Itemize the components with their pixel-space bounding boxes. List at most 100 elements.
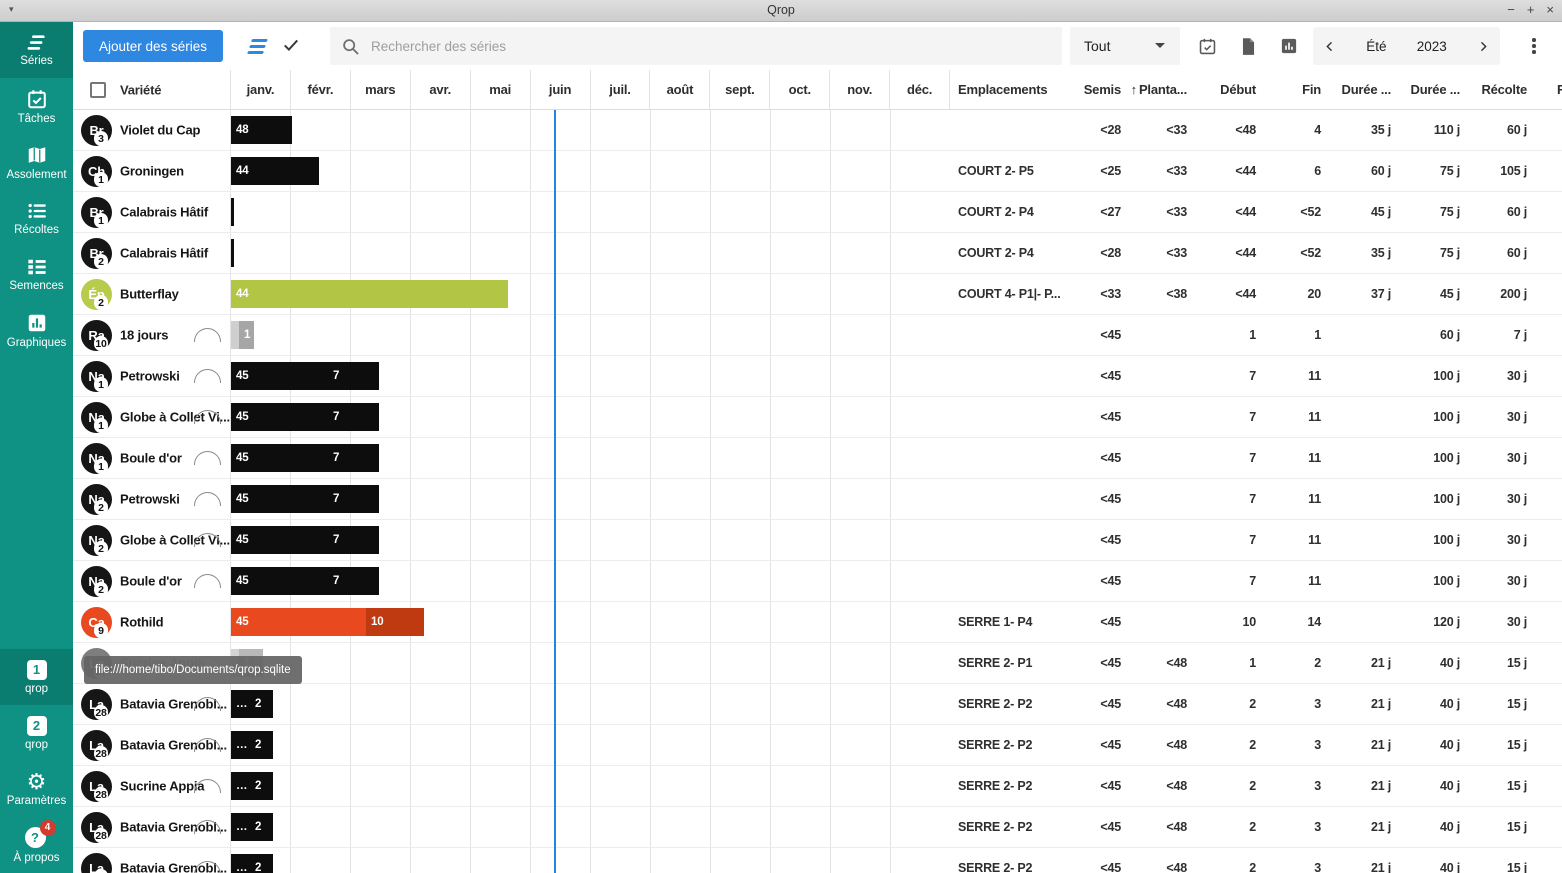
table-row[interactable]: Na 2 Boule d'or 457 <45 7 11 100 j 30 j — [73, 561, 1562, 602]
chevron-left-icon[interactable] — [1323, 40, 1336, 53]
table-row[interactable]: La 28 Batavia Grenobl... …2 SERRE 2- P2 … — [73, 684, 1562, 725]
timeline-bar[interactable]: 2 — [250, 813, 273, 841]
column-header-month[interactable]: juil. — [591, 70, 651, 109]
minimize-button[interactable]: − — [1507, 2, 1515, 17]
timeline-bar[interactable]: 7 — [328, 403, 379, 431]
column-header-month[interactable]: nov. — [830, 70, 890, 109]
timeline-bar[interactable]: 2 — [250, 690, 273, 718]
timeline-cell[interactable]: …2 — [230, 807, 950, 847]
maximize-button[interactable]: + — [1527, 2, 1535, 17]
sidebar-item-apropos[interactable]: ? 4 À propos — [0, 817, 73, 873]
timeline-cell[interactable]: …2 — [230, 684, 950, 724]
timeline-bar[interactable] — [231, 239, 234, 267]
timeline-bar[interactable]: 1 — [239, 321, 254, 349]
column-header-month[interactable]: avr. — [411, 70, 471, 109]
timeline-bar[interactable]: 45 — [231, 608, 366, 636]
timeline-bar[interactable]: 7 — [328, 444, 379, 472]
timeline-bar[interactable]: 10 — [366, 608, 424, 636]
sidebar-item-parametres[interactable]: ⚙ Paramètres — [0, 761, 73, 817]
timeline-cell[interactable]: 1 — [230, 643, 950, 683]
table-row[interactable]: Ca 9 Rothild 4510 SERRE 1- P4 <45 10 14 … — [73, 602, 1562, 643]
chart-panel-icon[interactable] — [1280, 37, 1298, 55]
timeline-bar[interactable]: 2 — [250, 854, 273, 873]
timeline-cell[interactable]: 44 — [230, 274, 950, 314]
timeline-cell[interactable]: 457 — [230, 479, 950, 519]
table-row[interactable]: La 28 Sucrine Appia …2 SERRE 2- P2 <45 <… — [73, 766, 1562, 807]
timeline-cell[interactable] — [230, 192, 950, 232]
column-header-duree-1[interactable]: Durée ... — [1327, 82, 1397, 97]
timeline-cell[interactable]: 457 — [230, 561, 950, 601]
table-row[interactable]: Br 3 Violet du Cap 48 <28 <33 <48 4 35 j… — [73, 110, 1562, 151]
timeline-bar[interactable]: 45 — [231, 362, 328, 390]
select-all-checkbox[interactable] — [90, 82, 106, 98]
timeline-cell[interactable]: 457 — [230, 356, 950, 396]
timeline-bar[interactable]: 7 — [328, 526, 379, 554]
timeline-bar[interactable]: 7 — [328, 485, 379, 513]
check-icon[interactable] — [281, 35, 301, 55]
table-row[interactable]: Br 2 Calabrais Hâtif COURT 2- P4 <28 <33… — [73, 233, 1562, 274]
column-header-fin[interactable]: Fin — [1262, 82, 1327, 97]
column-header-variety[interactable]: Variété — [120, 82, 161, 97]
table-row[interactable]: La 28 Batavia Grenobl... …2 SERRE 2- P2 … — [73, 807, 1562, 848]
sidebar-item-graphiques[interactable]: Graphiques — [0, 302, 73, 358]
sort-lines-icon[interactable] — [246, 39, 268, 57]
column-header-plantation[interactable]: ↑Planta... — [1127, 82, 1193, 97]
column-header-duree-2[interactable]: Durée ... — [1397, 82, 1466, 97]
search-input[interactable] — [371, 39, 1052, 54]
timeline-bar[interactable]: … — [231, 813, 250, 841]
sidebar-item-database-1[interactable]: 1 qrop — [0, 649, 73, 705]
timeline-bar[interactable]: 45 — [231, 526, 328, 554]
table-row[interactable]: Na 1 Petrowski 457 <45 7 11 100 j 30 j — [73, 356, 1562, 397]
column-header-month[interactable]: févr. — [291, 70, 351, 109]
table-row[interactable]: La 28 Batavia Grenobl... …2 SERRE 2- P2 … — [73, 848, 1562, 873]
timeline-cell[interactable]: …2 — [230, 766, 950, 806]
column-header-semis[interactable]: Semis — [1080, 82, 1127, 97]
sidebar-item-recoltes[interactable]: Récoltes — [0, 190, 73, 246]
timeline-cell[interactable]: 457 — [230, 438, 950, 478]
timeline-cell[interactable]: …2 — [230, 848, 950, 873]
timeline-cell[interactable]: 44 — [230, 151, 950, 191]
table-row[interactable]: Ch 1 Groningen 44 COURT 2- P5 <25 <33 <4… — [73, 151, 1562, 192]
timeline-bar[interactable]: … — [231, 690, 250, 718]
close-button[interactable]: × — [1546, 2, 1554, 17]
timeline-bar[interactable]: 45 — [231, 485, 328, 513]
timeline-bar[interactable]: 2 — [250, 731, 273, 759]
column-header-month[interactable]: sept. — [710, 70, 770, 109]
chevron-right-icon[interactable] — [1477, 40, 1490, 53]
table-row[interactable]: Ép 2 Butterflay 44 COURT 4- P1|- P... <3… — [73, 274, 1562, 315]
timeline-bar[interactable]: 45 — [231, 444, 328, 472]
timeline-bar[interactable]: 45 — [231, 403, 328, 431]
timeline-bar[interactable]: 44 — [231, 157, 319, 185]
table-row[interactable]: Na 2 Globe à Collet Vi... 457 <45 7 11 1… — [73, 520, 1562, 561]
add-series-button[interactable]: Ajouter des séries — [83, 30, 223, 62]
notes-file-icon[interactable] — [1240, 37, 1257, 56]
timeline-bar[interactable]: 7 — [328, 362, 379, 390]
column-header-month[interactable]: mars — [351, 70, 411, 109]
timeline-cell[interactable] — [230, 233, 950, 273]
table-row[interactable]: La 28 Batavia Grenobl... …2 SERRE 2- P2 … — [73, 725, 1562, 766]
sidebar-item-assolement[interactable]: Assolement — [0, 134, 73, 190]
timeline-cell[interactable]: 457 — [230, 397, 950, 437]
table-row[interactable]: Na 1 Boule d'or 457 <45 7 11 100 j 30 j — [73, 438, 1562, 479]
timeline-bar[interactable]: … — [231, 772, 250, 800]
table-row[interactable]: Br 1 Calabrais Hâtif COURT 2- P4 <27 <33… — [73, 192, 1562, 233]
column-header-month[interactable]: août — [650, 70, 710, 109]
timeline-cell[interactable]: …2 — [230, 725, 950, 765]
table-row[interactable]: Na 2 Petrowski 457 <45 7 11 100 j 30 j — [73, 479, 1562, 520]
column-header-month[interactable]: juin — [531, 70, 591, 109]
column-header-emplacements[interactable]: Emplacements — [950, 82, 1080, 97]
year-label[interactable]: 2023 — [1417, 39, 1447, 54]
timeline-bar[interactable]: 2 — [250, 772, 273, 800]
timeline-cell[interactable]: 1 — [230, 315, 950, 355]
column-header-month[interactable]: oct. — [770, 70, 830, 109]
column-header-month[interactable]: déc. — [890, 70, 950, 109]
column-header-month[interactable]: janv. — [231, 70, 291, 109]
timeline-bar[interactable]: 48 — [231, 116, 292, 144]
column-header-month[interactable]: mai — [471, 70, 531, 109]
sidebar-item-semences[interactable]: Semences — [0, 246, 73, 302]
timeline-bar[interactable]: 7 — [328, 567, 379, 595]
kebab-menu-icon[interactable] — [1525, 33, 1543, 59]
timeline-bar[interactable] — [231, 321, 239, 349]
sidebar-item-database-2[interactable]: 2 qrop — [0, 705, 73, 761]
sidebar-item-taches[interactable]: Tâches — [0, 78, 73, 134]
